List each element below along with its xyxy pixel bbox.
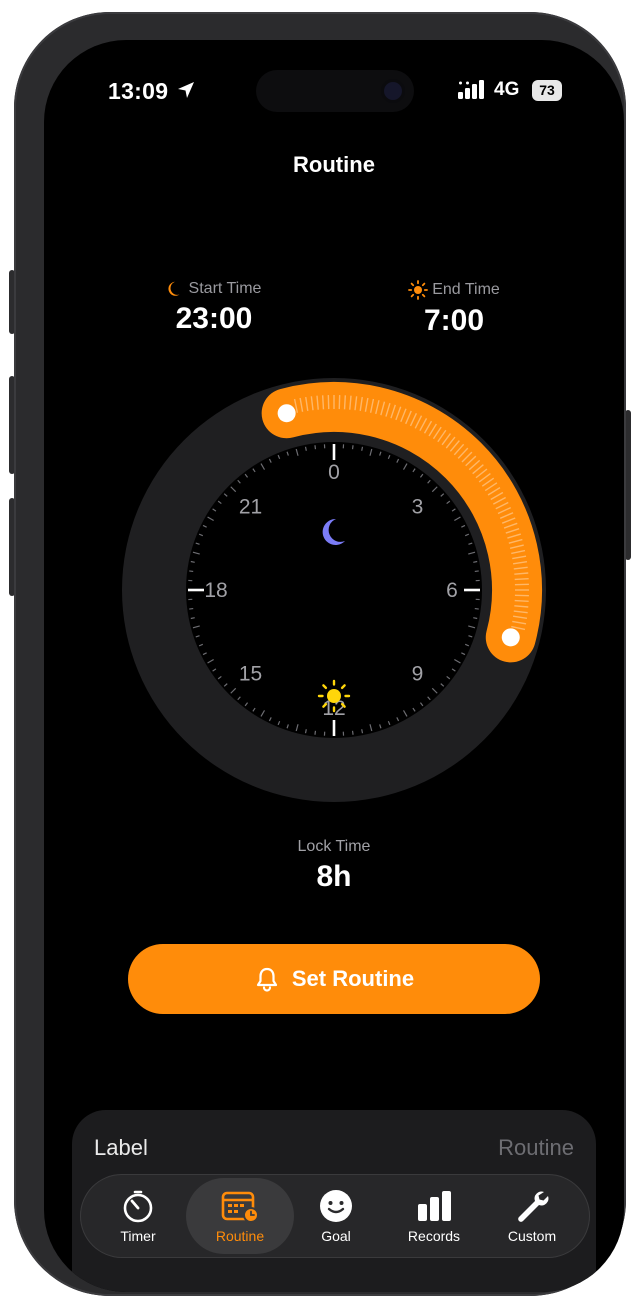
end-time-value: 7:00 [423,304,485,337]
tab-goal[interactable]: Goal [286,1174,386,1258]
routine-dial[interactable]: 036912151821 [114,370,554,810]
tab-routine-label: Routine [215,1228,265,1244]
status-bar: 13:09 4G 73 [44,70,624,112]
end-time-label: End Time [432,281,500,298]
page-title: Routine [293,152,375,177]
network-type: 4G [494,79,520,100]
location-arrow-icon [178,82,194,98]
start-time-block[interactable]: Start Time 23:00 [124,280,304,336]
battery-indicator: 73 [532,80,562,101]
end-time-label-row: End Time [364,280,544,300]
sun-icon [408,280,429,300]
dial-tick [314,730,317,735]
phone-frame: 13:09 4G 73 Routine Start Time 23:00 End… [14,12,626,1296]
lock-time-block: Lock Time 8h [44,838,624,894]
start-time-value: 23:00 [175,302,253,335]
dial-tick [473,617,478,620]
tab-custom-label: Custom [507,1228,557,1244]
arc-texture-tick [514,599,529,603]
wrench-icon [518,1191,549,1222]
dial-tick [304,446,307,451]
hour-label: 0 [328,461,340,484]
dial-tick [351,445,354,450]
sheet-value[interactable]: Routine [498,1135,574,1161]
sun-icon [317,679,351,713]
smiley-icon [320,1190,352,1222]
status-time: 13:09 [108,78,169,104]
dial-tick [314,445,317,450]
hour-label: 21 [239,496,262,519]
dial-tick [474,607,479,610]
end-handle[interactable] [501,628,520,647]
set-routine-button[interactable]: Set Routine [128,944,540,1014]
set-routine-label: Set Routine [291,966,415,991]
tab-timer[interactable]: Timer [88,1174,188,1258]
dial-tick [361,729,364,734]
bar-chart-icon [418,1191,451,1221]
hour-label: 6 [446,579,458,602]
stopwatch-icon [123,1190,153,1223]
dial-tick [189,607,194,610]
arc-texture-tick [343,395,347,410]
arc-texture-tick [514,577,529,581]
dial-tick [351,730,354,735]
start-time-label: Start Time [188,280,262,297]
calendar-clock-icon [221,1191,259,1223]
dial-tick [190,617,195,620]
start-handle[interactable] [277,404,296,423]
lock-time-value: 8h [316,860,352,893]
hour-label: 3 [412,496,424,519]
dial-tick [361,446,364,451]
dial-tick [189,570,194,573]
hour-label: 18 [204,579,227,602]
dial-tick [304,729,307,734]
app-screen: 13:09 4G 73 Routine Start Time 23:00 End… [44,40,624,1292]
hour-label: 15 [239,662,262,685]
end-time-block[interactable]: End Time 7:00 [364,280,544,338]
tab-records-label: Records [407,1228,461,1244]
front-camera [384,82,402,100]
bell-icon [256,967,277,992]
tab-bar: Timer Routine Goal Records Custom [80,1174,590,1258]
tab-records[interactable]: Records [384,1174,484,1258]
start-time-label-row: Start Time [124,280,304,298]
tab-routine[interactable]: Routine [186,1178,294,1254]
tab-goal-label: Goal [321,1228,351,1244]
signal-bars-icon [458,80,484,99]
lock-time-label: Lock Time [297,838,371,855]
dial-tick [190,560,195,563]
moon-icon [168,281,180,296]
hour-label: 9 [412,662,424,685]
dial-tick [473,560,478,563]
sheet-label: Label [94,1135,148,1160]
tab-timer-label: Timer [120,1228,156,1244]
dial-tick [474,570,479,573]
tab-custom[interactable]: Custom [482,1174,582,1258]
arc-texture-tick [321,395,325,410]
